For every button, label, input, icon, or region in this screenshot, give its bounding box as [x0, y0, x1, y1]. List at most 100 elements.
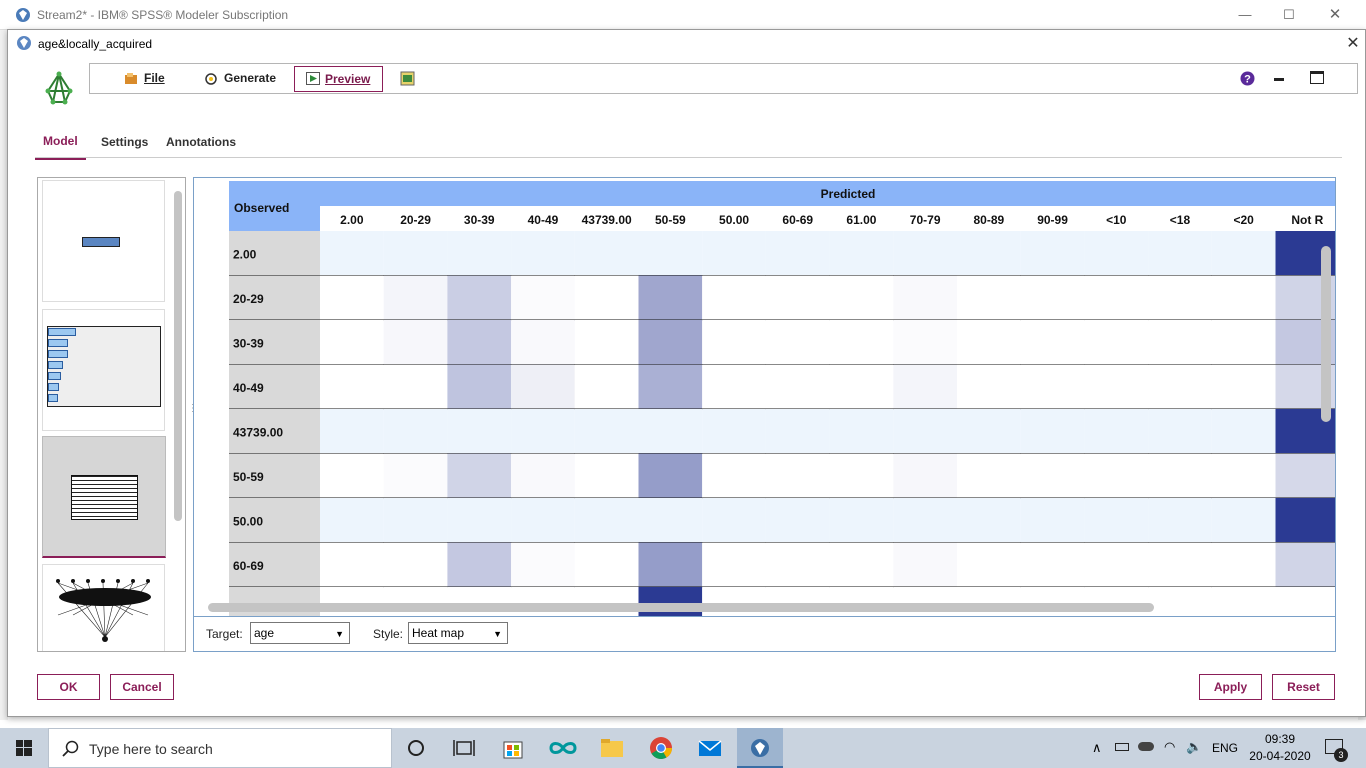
thumbnail-scrollbar[interactable]	[174, 191, 182, 521]
language-indicator[interactable]: ENG	[1212, 741, 1238, 755]
matrix-cell	[447, 587, 512, 616]
thumbnail-confusion-matrix[interactable]	[42, 436, 166, 558]
minimize-button[interactable]: —	[1230, 4, 1260, 26]
matrix-cell	[829, 409, 894, 454]
matrix-cell	[1020, 498, 1085, 543]
onedrive-icon[interactable]	[1138, 742, 1154, 751]
matrix-cell	[511, 498, 575, 543]
column-header: <20	[1233, 213, 1254, 227]
target-select[interactable]: age ▼	[250, 622, 350, 644]
column-header: 2.00	[340, 213, 364, 227]
clock-time[interactable]: 09:39	[1252, 732, 1308, 746]
apply-button[interactable]: Apply	[1199, 674, 1262, 700]
cancel-button[interactable]: Cancel	[110, 674, 174, 700]
matrix-cell	[765, 231, 830, 276]
column-header: 30-39	[464, 213, 495, 227]
matrix-cell	[829, 453, 894, 498]
maximize-button[interactable]: ☐	[1274, 4, 1304, 26]
store-icon[interactable]	[489, 728, 537, 768]
matrix-cell	[383, 409, 448, 454]
matrix-cell	[1084, 498, 1149, 543]
matrix-cell	[574, 587, 639, 616]
matrix-cell	[574, 364, 639, 409]
row-header-bg	[229, 587, 320, 616]
task-view-icon[interactable]	[440, 728, 488, 768]
matrix-cell	[383, 364, 448, 409]
matrix-cell	[829, 364, 894, 409]
close-app-button[interactable]: ✕	[1320, 4, 1350, 26]
matrix-cell	[447, 364, 512, 409]
matrix-cell	[320, 364, 384, 409]
export-icon[interactable]	[400, 71, 415, 86]
battery-icon[interactable]	[1115, 743, 1129, 751]
file-menu[interactable]: File	[120, 67, 165, 90]
row-header: 43739.00	[233, 425, 283, 439]
matrix-cell	[893, 364, 957, 409]
matrix-cell	[1275, 498, 1335, 543]
chrome-icon[interactable]	[637, 728, 685, 768]
matrix-cell	[1211, 542, 1276, 587]
matrix-cell	[447, 275, 512, 320]
matrix-cell	[511, 453, 575, 498]
thumbnail-network[interactable]	[42, 564, 165, 651]
matrix-cell	[893, 542, 957, 587]
row-header: 30-39	[233, 336, 264, 350]
ok-button[interactable]: OK	[37, 674, 100, 700]
volume-icon[interactable]: 🔈	[1186, 739, 1202, 755]
thumbnail-predictor-importance[interactable]	[42, 309, 165, 431]
windows-start-icon[interactable]	[0, 728, 48, 768]
thumbnail-summary[interactable]	[42, 180, 165, 302]
matrix-cell	[638, 320, 703, 365]
clock-date[interactable]: 20-04-2020	[1248, 749, 1312, 763]
column-header: 70-79	[910, 213, 941, 227]
coincidence-matrix: Predicted Observed 2.00 20-29 30-39 40-49 4373…	[229, 181, 1335, 616]
matrix-cell	[1020, 453, 1085, 498]
tab-settings[interactable]: Settings	[101, 135, 148, 149]
panel-splitter[interactable]: ⋮	[188, 404, 198, 421]
tab-model[interactable]: Model	[35, 134, 86, 160]
column-header: 50-59	[655, 213, 686, 227]
matrix-cell	[1275, 587, 1335, 616]
mail-icon[interactable]	[686, 728, 734, 768]
help-icon[interactable]: ?	[1240, 71, 1255, 86]
generate-menu[interactable]: Generate	[200, 67, 276, 90]
taskbar-search-box[interactable]: Type here to search	[48, 728, 392, 768]
file-explorer-icon[interactable]	[588, 728, 636, 768]
matrix-cell	[638, 275, 703, 320]
chevron-down-icon: ▼	[493, 629, 502, 639]
matrix-cell	[1148, 498, 1212, 543]
matrix-cell	[1084, 320, 1149, 365]
matrix-cell	[829, 587, 894, 616]
minimize-panel-icon[interactable]	[1274, 78, 1284, 81]
matrix-cell	[1020, 542, 1085, 587]
chevron-up-icon[interactable]: ∧	[1092, 740, 1102, 756]
maximize-panel-icon[interactable]	[1310, 71, 1324, 84]
matrix-cell	[1275, 542, 1335, 587]
matrix-cell	[574, 453, 639, 498]
cortana-icon[interactable]	[392, 728, 440, 768]
matrix-vertical-scrollbar[interactable]	[1321, 246, 1331, 422]
dialog-close-button[interactable]: ✕	[1341, 33, 1365, 55]
spss-taskbar-button[interactable]	[737, 728, 783, 768]
matrix-cell	[1211, 453, 1276, 498]
matrix-cell	[702, 320, 766, 365]
matrix-cell	[765, 409, 830, 454]
preview-button[interactable]: Preview	[294, 66, 384, 92]
matrix-cell	[638, 587, 703, 616]
reset-button[interactable]: Reset	[1272, 674, 1335, 700]
matrix-cell	[702, 275, 766, 320]
matrix-cell	[511, 364, 575, 409]
arduino-icon[interactable]	[539, 728, 587, 768]
matrix-cell	[957, 275, 1021, 320]
matrix-cell	[574, 409, 639, 454]
matrix-cell	[1148, 320, 1212, 365]
style-select[interactable]: Heat map ▼	[408, 622, 508, 644]
matrix-cell	[1020, 231, 1085, 276]
tab-annotations[interactable]: Annotations	[166, 135, 236, 149]
matrix-horizontal-scrollbar[interactable]	[208, 603, 1154, 612]
preview-label: Preview	[325, 72, 371, 86]
wifi-icon[interactable]: ◠	[1164, 739, 1175, 755]
matrix-cell	[383, 587, 448, 616]
target-label: Target:	[206, 627, 243, 641]
system-tray: ∧ ◠ 🔈 ENG 09:39 20-04-2020 3	[1088, 728, 1366, 768]
